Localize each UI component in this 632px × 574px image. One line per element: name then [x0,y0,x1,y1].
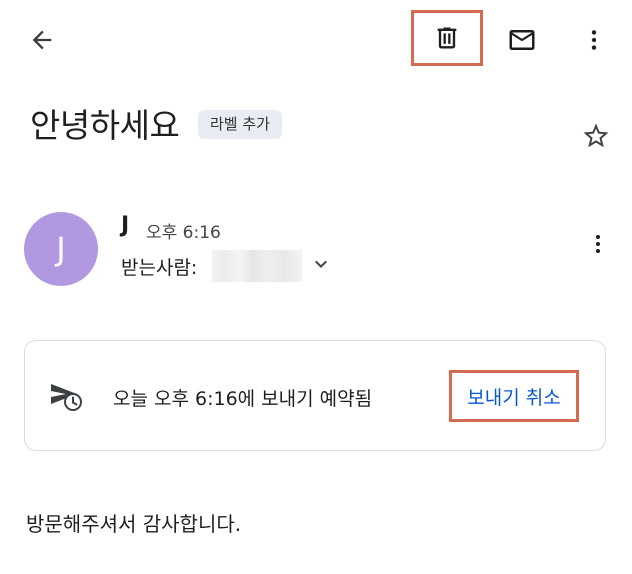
scheduled-send-text: 오늘 오후 6:16에 보내기 예약됨 [113,388,373,410]
more-vert-icon [596,235,600,253]
recipient-label: 받는사람: [121,257,198,279]
back-button[interactable] [22,20,62,60]
email-subject: 안녕하세요 [30,106,180,145]
trash-icon [437,27,457,49]
more-vert-icon [591,30,597,50]
message-more-button[interactable] [586,224,610,264]
delete-button[interactable] [411,10,483,66]
email-body: 방문해주셔서 감사합니다. [26,512,242,536]
more-options-button[interactable] [574,18,614,62]
scheduled-send-card: 오늘 오후 6:16에 보내기 예약됨 보내기 취소 [24,340,606,451]
sender-name: J [121,213,130,238]
add-label-chip[interactable]: 라벨 추가 [198,110,282,139]
expand-details-button[interactable] [308,250,334,278]
mark-unread-button[interactable] [500,18,544,62]
mail-icon [509,30,535,50]
recipient-redacted [212,250,302,282]
email-view: 안녕하세요 라벨 추가 J J 오후 6:16 받는사람: 오늘 오후 6:16… [0,0,632,574]
sender-avatar[interactable]: J [24,212,98,286]
star-outline-icon [583,123,609,148]
chevron-down-icon [315,260,327,268]
scheduled-send-icon [51,384,82,411]
star-button[interactable] [576,116,616,156]
sent-time: 오후 6:16 [146,223,221,243]
cancel-send-button[interactable]: 보내기 취소 [449,370,579,422]
arrow-left-icon [32,30,52,50]
